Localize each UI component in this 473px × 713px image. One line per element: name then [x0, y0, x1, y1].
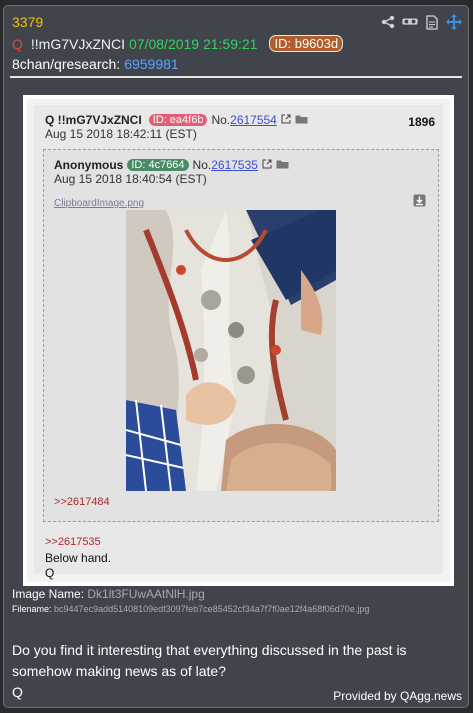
- tripcode: !!mG7VJxZNCI: [30, 35, 126, 52]
- post-card: 3379 Q !!mG7VJxZNCI 07/08/2019 21:59:21 …: [3, 5, 469, 708]
- post-toolbar: [380, 14, 462, 30]
- screenshot-author: Q !!mG7VJxZNCI: [45, 113, 142, 127]
- screenshot-date: Aug 15 2018 18:42:11 (EST): [45, 127, 197, 141]
- post-meta: Q !!mG7VJxZNCI 07/08/2019 21:59:21 ID: b…: [12, 35, 344, 52]
- id-badge[interactable]: ID: b9603d: [269, 35, 344, 52]
- quoted-reply-link: >>2617484: [54, 496, 110, 508]
- image-name-label: Image Name:: [12, 587, 85, 601]
- goggles-icon[interactable]: [402, 14, 418, 30]
- quoted-no-label: No.: [192, 158, 212, 172]
- screenshot-no-label: No.: [211, 113, 231, 127]
- external-link-icon: [262, 158, 272, 172]
- image-name-value[interactable]: Dk1lt3FUwAAtNlH.jpg: [87, 587, 204, 601]
- post-screenshot[interactable]: Q !!mG7VJxZNCI ID: ea4f6b No. 2617554 189…: [23, 95, 454, 586]
- filename-value[interactable]: bc9447ec9add51408109edf3097feb7ce85452cf…: [54, 604, 369, 614]
- folder-icon: [295, 113, 308, 127]
- screenshot-body: Q !!mG7VJxZNCI ID: ea4f6b No. 2617554 189…: [34, 105, 443, 580]
- folder-icon: [276, 158, 289, 172]
- image-name-line: Image Name: Dk1lt3FUwAAtNlH.jpg: [12, 587, 205, 601]
- screenshot-count: 1896: [408, 115, 435, 129]
- post-datetime: 07/08/2019 21:59:21: [129, 35, 258, 52]
- filename-label: Filename:: [12, 604, 52, 614]
- screenshot-reply-link: >>2617535: [45, 536, 101, 548]
- screenshot-header: Q !!mG7VJxZNCI ID: ea4f6b No. 2617554: [45, 113, 308, 127]
- board-name: 8chan/qresearch:: [12, 56, 121, 72]
- quoted-id-badge: ID: 4c7664: [127, 159, 189, 171]
- share-icon[interactable]: [380, 14, 396, 30]
- provided-by[interactable]: Provided by QAgg.news: [333, 689, 462, 703]
- q-marker: Q: [12, 35, 23, 52]
- document-icon[interactable]: [424, 14, 440, 30]
- divider: [10, 76, 462, 78]
- quoted-header: Anonymous ID: 4c7664 No. 2617535: [54, 158, 289, 172]
- external-link-icon: [281, 113, 291, 127]
- quoted-post: Anonymous ID: 4c7664 No. 2617535 Aug 15 2…: [43, 149, 439, 522]
- quoted-file-link: ClipboardImage.png: [54, 198, 145, 209]
- screenshot-post-link: 2617554: [230, 113, 277, 127]
- filename-line: Filename: bc9447ec9add51408109edf3097feb…: [12, 604, 369, 614]
- board-line: 8chan/qresearch: 6959981: [12, 56, 179, 72]
- post-signature: Q: [12, 684, 23, 700]
- post-number: 3379: [12, 14, 44, 30]
- download-icon: [413, 194, 426, 212]
- quoted-post-link: 2617535: [211, 158, 258, 172]
- quoted-author: Anonymous: [54, 158, 124, 172]
- screenshot-id-badge: ID: ea4f6b: [148, 114, 208, 126]
- move-icon[interactable]: [446, 14, 462, 30]
- post-message: Do you find it interesting that everythi…: [12, 642, 407, 679]
- quoted-date: Aug 15 2018 18:40:54 (EST): [54, 172, 207, 186]
- screenshot-text: Below hand. Q: [45, 551, 112, 580]
- quoted-photo: [126, 210, 336, 491]
- thread-link[interactable]: 6959981: [124, 56, 179, 72]
